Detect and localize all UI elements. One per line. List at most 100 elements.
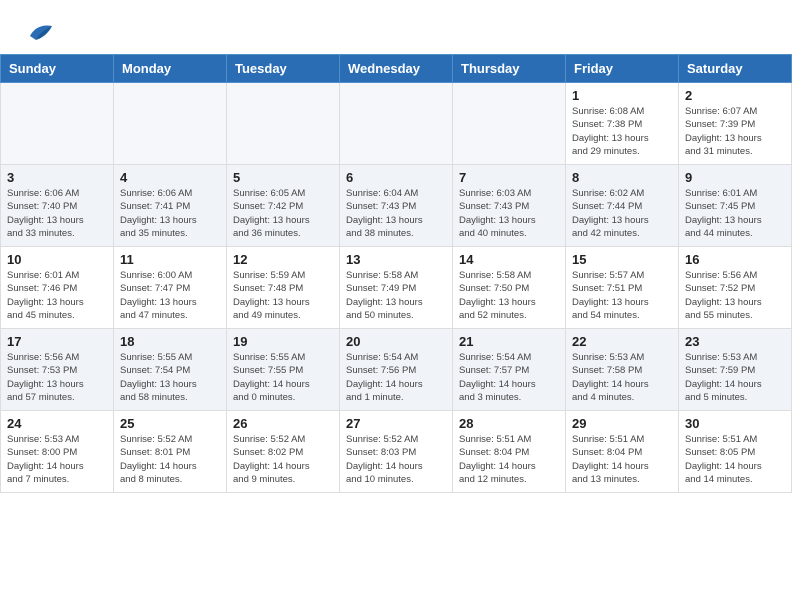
day-number: 9 [685,170,785,185]
day-info: Sunrise: 5:55 AM Sunset: 7:55 PM Dayligh… [233,351,333,404]
day-number: 1 [572,88,672,103]
header-row: SundayMondayTuesdayWednesdayThursdayFrid… [1,55,792,83]
column-header-friday: Friday [566,55,679,83]
day-number: 26 [233,416,333,431]
calendar-cell: 12 Sunrise: 5:59 AM Sunset: 7:48 PM Dayli… [227,247,340,329]
day-info: Sunrise: 6:08 AM Sunset: 7:38 PM Dayligh… [572,105,672,158]
calendar-week-5: 24 Sunrise: 5:53 AM Sunset: 8:00 PM Dayli… [1,411,792,493]
day-number: 16 [685,252,785,267]
day-info: Sunrise: 6:00 AM Sunset: 7:47 PM Dayligh… [120,269,220,322]
calendar-cell: 26 Sunrise: 5:52 AM Sunset: 8:02 PM Dayli… [227,411,340,493]
calendar-cell: 2 Sunrise: 6:07 AM Sunset: 7:39 PM Daylig… [679,83,792,165]
calendar-cell: 18 Sunrise: 5:55 AM Sunset: 7:54 PM Dayli… [114,329,227,411]
calendar-cell: 7Sunrise: 6:03 AM Sunset: 7:43 PM Daylig… [453,165,566,247]
day-number: 23 [685,334,785,349]
day-number: 21 [459,334,559,349]
calendar-cell: 29Sunrise: 5:51 AM Sunset: 8:04 PM Dayli… [566,411,679,493]
day-info: Sunrise: 6:02 AM Sunset: 7:44 PM Dayligh… [572,187,672,240]
calendar-header: SundayMondayTuesdayWednesdayThursdayFrid… [1,55,792,83]
calendar-cell: 5Sunrise: 6:05 AM Sunset: 7:42 PM Daylig… [227,165,340,247]
day-number: 12 [233,252,333,267]
calendar-week-3: 10 Sunrise: 6:01 AM Sunset: 7:46 PM Dayli… [1,247,792,329]
column-header-sunday: Sunday [1,55,114,83]
calendar-cell: 17 Sunrise: 5:56 AM Sunset: 7:53 PM Dayli… [1,329,114,411]
calendar-cell: 6Sunrise: 6:04 AM Sunset: 7:43 PM Daylig… [340,165,453,247]
day-info: Sunrise: 5:51 AM Sunset: 8:05 PM Dayligh… [685,433,785,486]
day-number: 10 [7,252,107,267]
day-info: Sunrise: 5:52 AM Sunset: 8:02 PM Dayligh… [233,433,333,486]
calendar-cell: 24 Sunrise: 5:53 AM Sunset: 8:00 PM Dayli… [1,411,114,493]
day-number: 18 [120,334,220,349]
column-header-saturday: Saturday [679,55,792,83]
calendar-cell: 15 Sunrise: 5:57 AM Sunset: 7:51 PM Dayli… [566,247,679,329]
day-info: Sunrise: 6:06 AM Sunset: 7:40 PM Dayligh… [7,187,107,240]
day-info: Sunrise: 5:56 AM Sunset: 7:53 PM Dayligh… [7,351,107,404]
day-number: 29 [572,416,672,431]
calendar-body: 1 Sunrise: 6:08 AM Sunset: 7:38 PM Daylig… [1,83,792,493]
calendar-cell: 28 Sunrise: 5:51 AM Sunset: 8:04 PM Dayli… [453,411,566,493]
calendar-cell: 1 Sunrise: 6:08 AM Sunset: 7:38 PM Daylig… [566,83,679,165]
calendar-cell [340,83,453,165]
day-number: 17 [7,334,107,349]
calendar-cell: 22 Sunrise: 5:53 AM Sunset: 7:58 PM Dayli… [566,329,679,411]
day-number: 27 [346,416,446,431]
calendar-cell: 8 Sunrise: 6:02 AM Sunset: 7:44 PM Daylig… [566,165,679,247]
calendar-cell [1,83,114,165]
calendar-cell: 9Sunrise: 6:01 AM Sunset: 7:45 PM Daylig… [679,165,792,247]
calendar-cell [114,83,227,165]
calendar-cell: 16 Sunrise: 5:56 AM Sunset: 7:52 PM Dayli… [679,247,792,329]
day-info: Sunrise: 5:53 AM Sunset: 8:00 PM Dayligh… [7,433,107,486]
day-number: 30 [685,416,785,431]
day-number: 8 [572,170,672,185]
day-number: 11 [120,252,220,267]
day-number: 19 [233,334,333,349]
day-info: Sunrise: 5:59 AM Sunset: 7:48 PM Dayligh… [233,269,333,322]
day-info: Sunrise: 6:06 AM Sunset: 7:41 PM Dayligh… [120,187,220,240]
column-header-monday: Monday [114,55,227,83]
calendar-cell: 4 Sunrise: 6:06 AM Sunset: 7:41 PM Daylig… [114,165,227,247]
calendar-cell: 27 Sunrise: 5:52 AM Sunset: 8:03 PM Dayli… [340,411,453,493]
day-info: Sunrise: 5:52 AM Sunset: 8:01 PM Dayligh… [120,433,220,486]
day-number: 28 [459,416,559,431]
day-info: Sunrise: 5:52 AM Sunset: 8:03 PM Dayligh… [346,433,446,486]
day-info: Sunrise: 6:07 AM Sunset: 7:39 PM Dayligh… [685,105,785,158]
calendar-cell: 25 Sunrise: 5:52 AM Sunset: 8:01 PM Dayli… [114,411,227,493]
day-info: Sunrise: 5:57 AM Sunset: 7:51 PM Dayligh… [572,269,672,322]
day-info: Sunrise: 5:53 AM Sunset: 7:58 PM Dayligh… [572,351,672,404]
calendar-cell: 20 Sunrise: 5:54 AM Sunset: 7:56 PM Dayli… [340,329,453,411]
day-info: Sunrise: 5:56 AM Sunset: 7:52 PM Dayligh… [685,269,785,322]
day-info: Sunrise: 5:58 AM Sunset: 7:50 PM Dayligh… [459,269,559,322]
day-info: Sunrise: 5:51 AM Sunset: 8:04 PM Dayligh… [459,433,559,486]
day-number: 14 [459,252,559,267]
calendar-week-4: 17 Sunrise: 5:56 AM Sunset: 7:53 PM Dayli… [1,329,792,411]
page-header [0,0,792,54]
calendar-cell [227,83,340,165]
day-number: 22 [572,334,672,349]
day-number: 4 [120,170,220,185]
calendar-cell: 10 Sunrise: 6:01 AM Sunset: 7:46 PM Dayli… [1,247,114,329]
column-header-wednesday: Wednesday [340,55,453,83]
calendar-cell: 11 Sunrise: 6:00 AM Sunset: 7:47 PM Dayli… [114,247,227,329]
day-info: Sunrise: 5:54 AM Sunset: 7:57 PM Dayligh… [459,351,559,404]
day-number: 20 [346,334,446,349]
column-header-tuesday: Tuesday [227,55,340,83]
day-number: 2 [685,88,785,103]
day-info: Sunrise: 6:03 AM Sunset: 7:43 PM Dayligh… [459,187,559,240]
calendar-cell [453,83,566,165]
logo [24,22,54,44]
day-info: Sunrise: 5:55 AM Sunset: 7:54 PM Dayligh… [120,351,220,404]
day-info: Sunrise: 6:01 AM Sunset: 7:46 PM Dayligh… [7,269,107,322]
logo-bird-icon [26,22,54,44]
calendar-cell: 14 Sunrise: 5:58 AM Sunset: 7:50 PM Dayli… [453,247,566,329]
day-number: 13 [346,252,446,267]
day-number: 25 [120,416,220,431]
day-info: Sunrise: 5:53 AM Sunset: 7:59 PM Dayligh… [685,351,785,404]
day-info: Sunrise: 6:05 AM Sunset: 7:42 PM Dayligh… [233,187,333,240]
calendar-cell: 19 Sunrise: 5:55 AM Sunset: 7:55 PM Dayli… [227,329,340,411]
day-number: 24 [7,416,107,431]
day-number: 6 [346,170,446,185]
day-info: Sunrise: 5:54 AM Sunset: 7:56 PM Dayligh… [346,351,446,404]
calendar-cell: 13Sunrise: 5:58 AM Sunset: 7:49 PM Dayli… [340,247,453,329]
day-number: 15 [572,252,672,267]
calendar-week-1: 1 Sunrise: 6:08 AM Sunset: 7:38 PM Daylig… [1,83,792,165]
